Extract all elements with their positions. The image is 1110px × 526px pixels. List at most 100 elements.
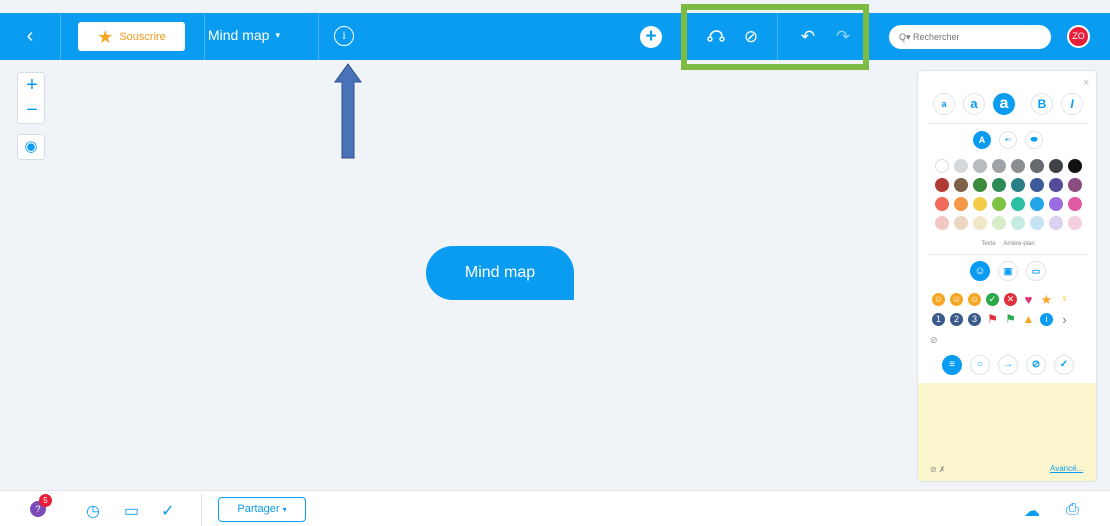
add-node-button[interactable]: + — [640, 26, 662, 48]
divider — [928, 254, 1088, 255]
help-icon[interactable]: ? 5 — [30, 494, 52, 517]
color-swatch[interactable] — [1010, 178, 1025, 192]
color-swatch[interactable] — [1029, 178, 1044, 192]
color-swatch[interactable] — [991, 197, 1006, 211]
color-swatch[interactable] — [1067, 178, 1082, 192]
info-icon[interactable]: i — [334, 26, 354, 46]
share-button[interactable]: Partager ▾ — [218, 497, 306, 522]
color-swatch[interactable] — [991, 159, 1006, 173]
color-swatch[interactable] — [1029, 159, 1044, 173]
background-color-label[interactable]: Arrière-plan — [1003, 241, 1034, 247]
toolbar-divider — [201, 491, 202, 526]
color-swatch[interactable] — [934, 197, 949, 211]
color-swatch[interactable] — [934, 216, 949, 230]
zoom-controls: + − — [17, 72, 45, 124]
check-icon[interactable]: ✓ — [986, 293, 999, 306]
number-1-icon[interactable]: 1 — [932, 313, 945, 326]
attachment-tab[interactable]: ⊘ — [1026, 355, 1046, 375]
color-swatch[interactable] — [1067, 216, 1082, 230]
text-color-tab[interactable]: A — [973, 131, 991, 149]
color-swatch[interactable] — [953, 178, 968, 192]
subscribe-button[interactable]: ★ Souscrire — [78, 22, 185, 51]
color-swatch[interactable] — [1010, 216, 1025, 230]
color-swatch[interactable] — [953, 216, 968, 230]
info-circle-icon[interactable]: i — [1040, 313, 1053, 326]
flag-green-icon[interactable]: ⚑ — [1004, 313, 1017, 326]
more-icons-button[interactable]: › — [1058, 313, 1071, 326]
color-swatch[interactable] — [1048, 159, 1063, 173]
color-swatch[interactable] — [972, 216, 987, 230]
color-swatch[interactable] — [991, 178, 1006, 192]
subscribe-label: Souscrire — [119, 30, 166, 43]
color-swatch[interactable] — [1029, 197, 1044, 211]
search-input[interactable] — [889, 25, 1051, 49]
avatar[interactable]: ZO — [1067, 25, 1090, 48]
color-swatch[interactable] — [1067, 197, 1082, 211]
color-swatch[interactable] — [1029, 216, 1044, 230]
warning-icon[interactable]: ▲ — [1022, 313, 1035, 326]
heart-icon[interactable]: ♥ — [1022, 293, 1035, 306]
image-tab[interactable]: ▣ — [998, 261, 1018, 281]
mind-map-root-node[interactable]: Mind map — [426, 246, 574, 300]
top-toolbar: ‹ ★ Souscrire Mind map ▾ i + ⊘ ↶ ↷ ZO — [0, 13, 1110, 60]
emoji-tab[interactable]: ☺ — [970, 261, 990, 281]
video-tab[interactable]: ▭ — [1026, 261, 1046, 281]
number-2-icon[interactable]: 2 — [950, 313, 963, 326]
color-swatch[interactable] — [953, 197, 968, 211]
smile-icon[interactable]: ☺ — [932, 293, 945, 306]
text-size-small-button[interactable]: a — [933, 93, 955, 115]
link-tab[interactable]: → — [998, 355, 1018, 375]
star-icon: ★ — [97, 26, 114, 47]
bold-button[interactable]: B — [1031, 93, 1053, 115]
color-swatch[interactable] — [1048, 216, 1063, 230]
shape-style-tab[interactable]: ▪▫ — [999, 131, 1017, 149]
star-icon[interactable]: ★ — [1040, 293, 1053, 306]
border-style-tab[interactable]: ⬬ — [1025, 131, 1043, 149]
text-color-label[interactable]: Texte — [981, 241, 995, 247]
task-tab[interactable]: ✓ — [1054, 355, 1074, 375]
back-button[interactable]: ‹ — [18, 25, 42, 49]
text-size-large-button[interactable]: a — [993, 93, 1015, 115]
italic-button[interactable]: I — [1061, 93, 1083, 115]
highlight-box — [681, 4, 869, 70]
advanced-link[interactable]: Avancé... — [1050, 464, 1083, 473]
style-tabs: A ▪▫ ⬬ — [918, 131, 1096, 149]
cross-icon[interactable]: ✕ — [1004, 293, 1017, 306]
cloud-download-icon[interactable]: ☁ — [1024, 501, 1040, 521]
history-icon[interactable]: ◷ — [86, 501, 100, 521]
emoji-row-1: ☺ ☺ ☺ ✓ ✕ ♥ ★ ♀ — [932, 293, 1092, 306]
presentation-icon[interactable]: ▭ — [124, 501, 139, 521]
map-title-dropdown[interactable]: Mind map ▾ — [208, 27, 280, 43]
color-swatch[interactable] — [1010, 197, 1025, 211]
color-swatch[interactable] — [953, 159, 968, 173]
share-label: Partager — [237, 503, 280, 515]
color-swatch[interactable] — [1048, 197, 1063, 211]
comment-tab[interactable]: ○ — [970, 355, 990, 375]
printer-icon[interactable]: ⎙ — [1066, 501, 1079, 519]
center-map-button[interactable]: ◉ — [17, 134, 45, 160]
note-footer-icons[interactable]: ⊘ ✗ — [930, 465, 946, 474]
zoom-out-button[interactable]: − — [18, 98, 46, 123]
close-icon[interactable]: × — [1083, 77, 1089, 89]
color-swatch[interactable] — [972, 178, 987, 192]
color-swatch[interactable] — [991, 216, 1006, 230]
color-swatch[interactable] — [1048, 178, 1063, 192]
text-size-medium-button[interactable]: a — [963, 93, 985, 115]
bulb-icon[interactable]: ♀ — [1058, 293, 1071, 306]
zoom-in-button[interactable]: + — [18, 73, 46, 98]
number-3-icon[interactable]: 3 — [968, 313, 981, 326]
divider — [928, 123, 1088, 124]
color-swatch[interactable] — [972, 159, 987, 173]
notes-tab[interactable]: ≡ — [942, 355, 962, 375]
no-icon-button[interactable]: ⊘ — [930, 335, 938, 346]
toolbar-divider — [318, 13, 319, 60]
color-swatch[interactable] — [934, 159, 949, 173]
color-swatch[interactable] — [972, 197, 987, 211]
color-swatch[interactable] — [934, 178, 949, 192]
smile-icon[interactable]: ☺ — [968, 293, 981, 306]
smile-icon[interactable]: ☺ — [950, 293, 963, 306]
check-icon[interactable]: ✓ — [161, 501, 174, 521]
color-swatch[interactable] — [1067, 159, 1082, 173]
color-swatch[interactable] — [1010, 159, 1025, 173]
flag-red-icon[interactable]: ⚑ — [986, 313, 999, 326]
